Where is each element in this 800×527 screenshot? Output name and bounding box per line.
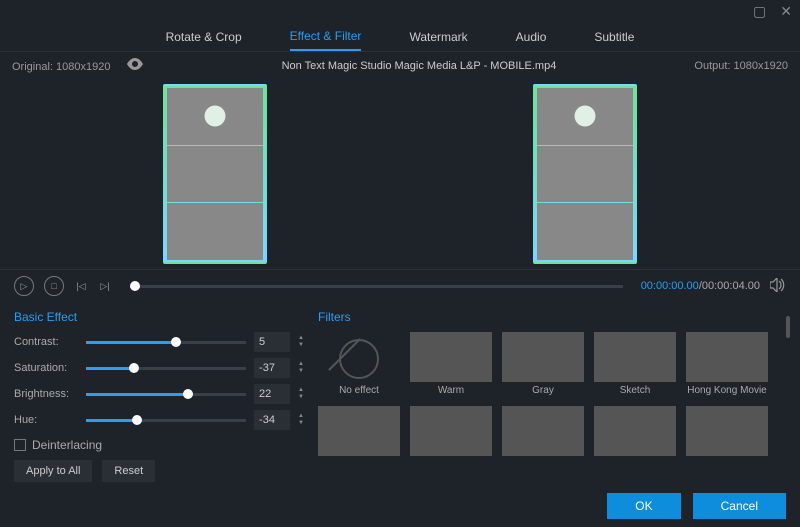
filter-noeffect[interactable] xyxy=(339,339,379,379)
spin-down-2[interactable]: ▼ xyxy=(298,394,304,401)
filter-row2-3[interactable] xyxy=(594,406,676,456)
filter-row2-2[interactable] xyxy=(502,406,584,456)
slider-label-0: Contrast: xyxy=(14,336,78,348)
tab-watermark[interactable]: Watermark xyxy=(409,24,467,50)
preview-original xyxy=(163,84,267,264)
time-display: 00:00:00.00/00:00:04.00 xyxy=(641,280,760,292)
minimize-icon[interactable]: ▢ xyxy=(753,3,766,20)
timeline[interactable] xyxy=(130,285,623,288)
original-resolution: Original: 1080x1920 xyxy=(12,61,110,73)
volume-icon[interactable] xyxy=(770,278,786,295)
ok-button[interactable]: OK xyxy=(607,493,680,519)
filter-row2-4[interactable] xyxy=(686,406,768,456)
spin-down-0[interactable]: ▼ xyxy=(298,342,304,349)
tabs: Rotate & Crop Effect & Filter Watermark … xyxy=(0,22,800,52)
tab-effect-filter[interactable]: Effect & Filter xyxy=(290,23,362,51)
deinterlacing-label: Deinterlacing xyxy=(32,438,102,452)
spin-up-0[interactable]: ▲ xyxy=(298,335,304,342)
filter-label: Hong Kong Movie xyxy=(687,385,767,396)
slider-2[interactable] xyxy=(86,393,246,396)
spin-up-3[interactable]: ▲ xyxy=(298,413,304,420)
eye-icon[interactable] xyxy=(126,58,144,73)
filters-scrollbar[interactable] xyxy=(786,316,790,338)
slider-value-3[interactable]: -34 xyxy=(254,410,290,430)
cancel-button[interactable]: Cancel xyxy=(693,493,786,519)
output-resolution: Output: 1080x1920 xyxy=(694,60,788,72)
slider-value-2[interactable]: 22 xyxy=(254,384,290,404)
slider-value-0[interactable]: 5 xyxy=(254,332,290,352)
spin-up-2[interactable]: ▲ xyxy=(298,387,304,394)
stop-button[interactable]: □ xyxy=(44,276,64,296)
basic-effect-title: Basic Effect xyxy=(14,310,304,324)
filter-gray[interactable] xyxy=(502,332,584,382)
close-icon[interactable]: ✕ xyxy=(780,3,792,20)
tab-rotate-crop[interactable]: Rotate & Crop xyxy=(166,24,242,50)
slider-label-1: Saturation: xyxy=(14,362,78,374)
apply-all-button[interactable]: Apply to All xyxy=(14,460,92,482)
preview-area xyxy=(0,79,800,269)
slider-label-3: Hue: xyxy=(14,414,78,426)
spin-down-1[interactable]: ▼ xyxy=(298,368,304,375)
filter-hong-kong-movie[interactable] xyxy=(686,332,768,382)
spin-down-3[interactable]: ▼ xyxy=(298,420,304,427)
filter-label: Sketch xyxy=(620,385,651,396)
preview-output xyxy=(533,84,637,264)
filter-row2-0[interactable] xyxy=(318,406,400,456)
filename: Non Text Magic Studio Magic Media L&P - … xyxy=(144,60,695,72)
tab-subtitle[interactable]: Subtitle xyxy=(594,24,634,50)
prev-frame-button[interactable]: |◁ xyxy=(74,276,88,296)
filter-label: Warm xyxy=(438,385,464,396)
slider-0[interactable] xyxy=(86,341,246,344)
next-frame-button[interactable]: ▷| xyxy=(98,276,112,296)
filters-title: Filters xyxy=(318,310,786,324)
slider-3[interactable] xyxy=(86,419,246,422)
tab-audio[interactable]: Audio xyxy=(516,24,547,50)
filter-warm[interactable] xyxy=(410,332,492,382)
deinterlacing-checkbox[interactable] xyxy=(14,439,26,451)
spin-up-1[interactable]: ▲ xyxy=(298,361,304,368)
filter-row2-1[interactable] xyxy=(410,406,492,456)
filter-label: Gray xyxy=(532,385,554,396)
reset-button[interactable]: Reset xyxy=(102,460,155,482)
filter-noeffect-label: No effect xyxy=(339,385,379,396)
play-button[interactable]: ▷ xyxy=(14,276,34,296)
filter-sketch[interactable] xyxy=(594,332,676,382)
slider-value-1[interactable]: -37 xyxy=(254,358,290,378)
slider-label-2: Brightness: xyxy=(14,388,78,400)
slider-1[interactable] xyxy=(86,367,246,370)
